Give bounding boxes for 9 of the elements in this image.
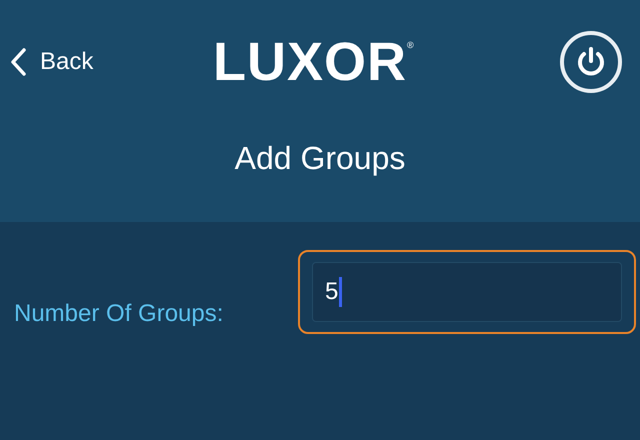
chevron-left-icon [10, 48, 26, 76]
field-label: Number Of Groups: [14, 300, 224, 328]
power-icon [576, 46, 606, 78]
logo-text: LUXOR [213, 31, 407, 94]
input-field[interactable]: 5 [312, 262, 622, 322]
text-cursor [339, 277, 342, 307]
registered-mark: ® [407, 40, 414, 50]
page-title: Add Groups [234, 140, 406, 177]
back-button[interactable]: Back [10, 48, 94, 76]
